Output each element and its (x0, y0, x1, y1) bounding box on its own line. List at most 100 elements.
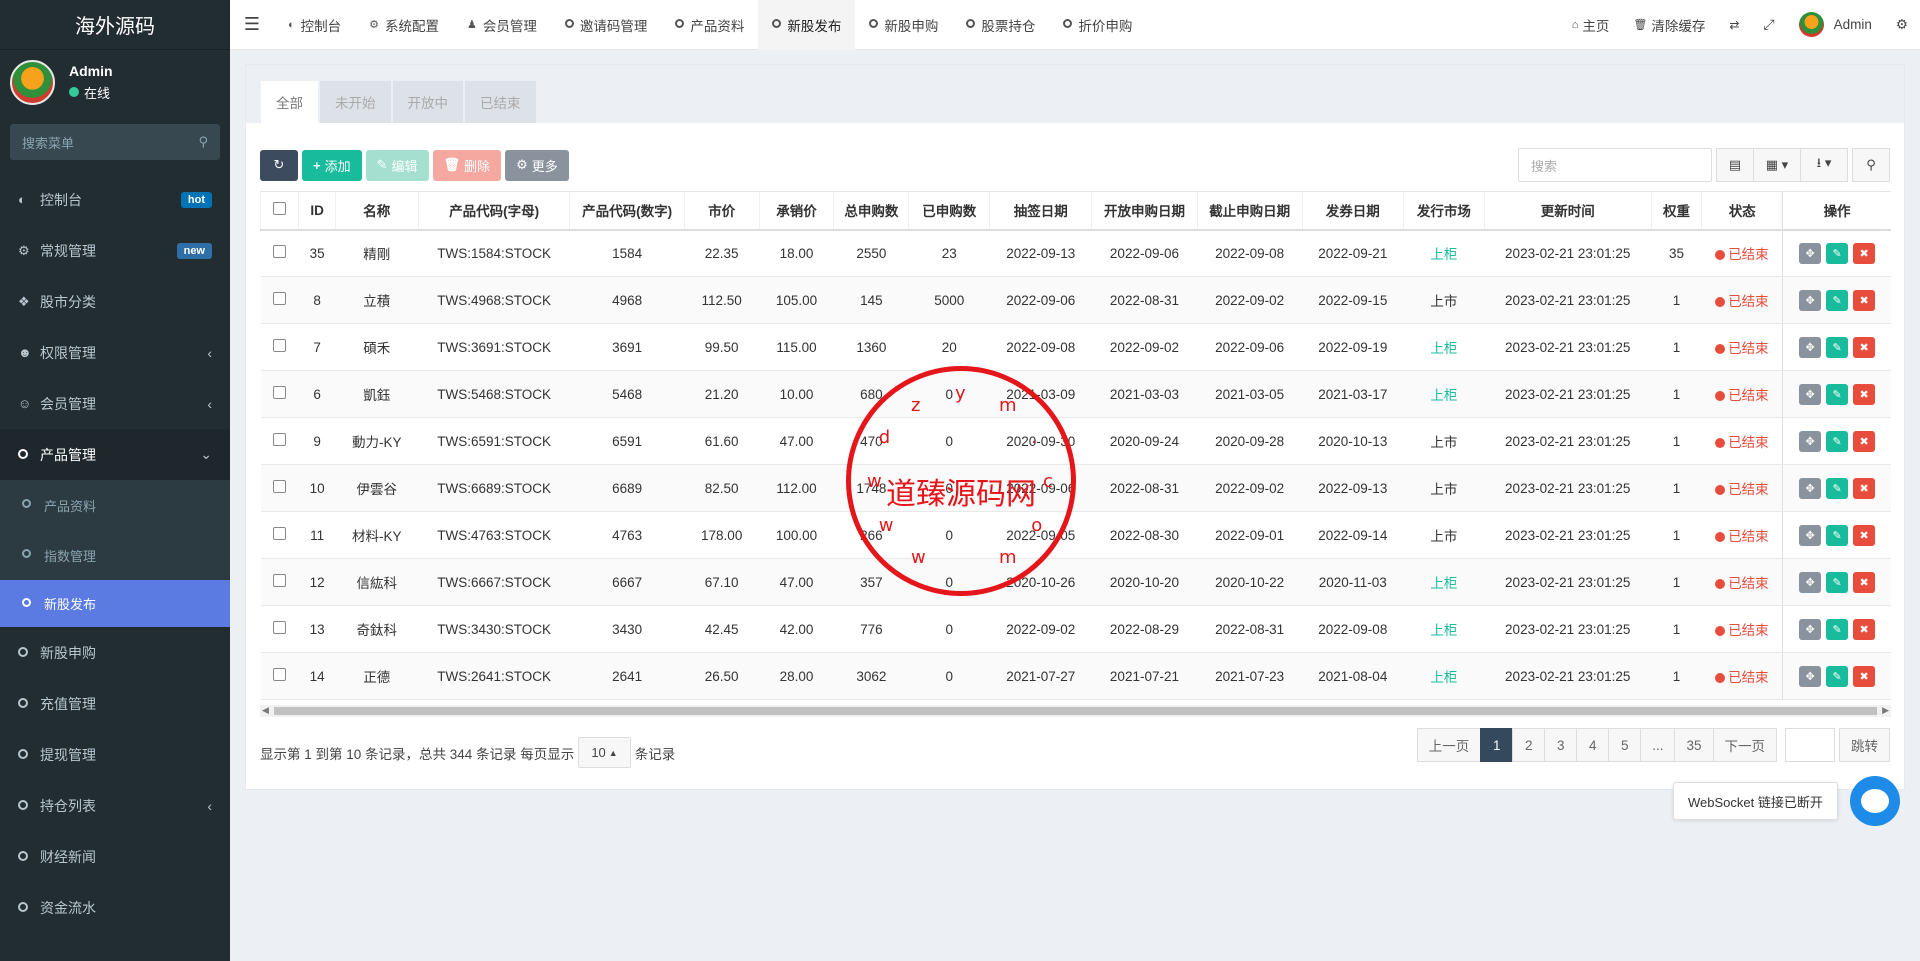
edit-button[interactable]: ✎ 编辑 (365, 149, 429, 181)
row-checkbox[interactable] (260, 370, 299, 418)
horizontal-scrollbar[interactable]: ◀ ▶ (260, 705, 1891, 717)
drag-move-icon[interactable]: ✥ (1799, 618, 1822, 640)
column-header[interactable]: 抽签日期 (989, 191, 1092, 231)
sidebar-item-withdraw[interactable]: 提现管理 (0, 729, 230, 780)
row-checkbox[interactable] (260, 464, 299, 512)
select-all-checkbox[interactable] (259, 191, 299, 231)
sidebar-item-market-category[interactable]: ❖ 股市分类 (0, 276, 230, 327)
column-header[interactable]: 产品代码(字母) (417, 191, 570, 231)
delete-row-icon[interactable]: ✖ (1853, 618, 1876, 640)
columns-dropdown[interactable]: ▦ ▾ (1753, 148, 1801, 182)
search-toggle-button[interactable]: ⚲ (1852, 148, 1890, 182)
edit-row-icon[interactable]: ✎ (1826, 477, 1849, 499)
drag-move-icon[interactable]: ✥ (1799, 477, 1822, 499)
tab-invite-codes[interactable]: 邀请码管理 (551, 0, 662, 50)
sidebar-item-product-info[interactable]: 产品资料 (0, 480, 230, 530)
table-row[interactable]: 11 材料-KY TWS:4763:STOCK 4763 178.00 100.00 266… (260, 511, 1891, 559)
edit-row-icon[interactable]: ✎ (1826, 430, 1849, 452)
sidebar-item-ipo-publish[interactable]: 新股发布 (0, 580, 230, 627)
scroll-right-icon[interactable]: ▶ (1882, 705, 1889, 716)
scrollbar-thumb[interactable] (274, 707, 1877, 715)
column-header[interactable]: 承销价 (758, 191, 834, 231)
drag-move-icon[interactable]: ✥ (1799, 665, 1822, 687)
next-page-button[interactable]: 下一页 (1712, 728, 1777, 762)
column-header[interactable]: 总申购数 (833, 191, 909, 231)
table-row[interactable]: 12 信紘科 TWS:6667:STOCK 6667 67.10 47.00 357 0 202… (260, 558, 1891, 606)
delete-row-icon[interactable]: ✖ (1853, 383, 1876, 405)
sidebar-item-ipo-subscribe[interactable]: 新股申购 (0, 627, 230, 678)
delete-row-icon[interactable]: ✖ (1853, 571, 1876, 593)
page-button[interactable]: 2 (1512, 728, 1546, 762)
table-row[interactable]: 7 碩禾 TWS:3691:STOCK 3691 99.50 115.00 1360 20 20… (260, 323, 1891, 371)
edit-row-icon[interactable]: ✎ (1826, 289, 1849, 311)
jump-page-input[interactable] (1785, 728, 1835, 762)
column-header[interactable]: 更新时间 (1483, 191, 1652, 231)
edit-row-icon[interactable]: ✎ (1826, 665, 1849, 687)
tab-members[interactable]: ♟ 会员管理 (453, 0, 551, 50)
page-button[interactable]: 35 (1674, 728, 1714, 762)
row-checkbox[interactable] (260, 511, 299, 559)
delete-row-icon[interactable]: ✖ (1853, 336, 1876, 358)
tab-system-config[interactable]: ⚙ 系统配置 (355, 0, 453, 50)
sidebar-item-dashboard[interactable]: ◐ 控制台 hot (0, 174, 230, 225)
sidebar-item-recharge[interactable]: 充值管理 (0, 678, 230, 729)
column-header[interactable]: ID (298, 191, 336, 231)
prev-page-button[interactable]: 上一页 (1416, 728, 1482, 762)
home-link[interactable]: ⌂ 主页 (1560, 15, 1622, 35)
filter-tab-ended[interactable]: 已结束 (465, 81, 536, 123)
table-row[interactable]: 13 奇鈦科 TWS:3430:STOCK 3430 42.45 42.00 776 0 202… (260, 605, 1891, 653)
delete-row-icon[interactable]: ✖ (1853, 524, 1876, 546)
delete-row-icon[interactable]: ✖ (1853, 242, 1876, 264)
edit-row-icon[interactable]: ✎ (1826, 618, 1849, 640)
column-header[interactable]: 产品代码(数字) (569, 191, 685, 231)
table-row[interactable]: 10 伊雲谷 TWS:6689:STOCK 6689 82.50 112.00 1748 0 2… (260, 464, 1891, 512)
drag-move-icon[interactable]: ✥ (1799, 242, 1822, 264)
table-row[interactable]: 8 立積 TWS:4968:STOCK 4968 112.50 105.00 145 5000… (260, 276, 1891, 324)
export-dropdown[interactable]: ⭳ ▾ (1800, 148, 1848, 182)
more-button[interactable]: ⚙ 更多 (505, 149, 569, 181)
filter-tab-all[interactable]: 全部 (261, 81, 318, 123)
row-checkbox[interactable] (260, 323, 299, 371)
column-header[interactable]: 发行市场 (1402, 191, 1485, 231)
toggle-view-button[interactable]: ▤ (1716, 148, 1754, 182)
settings-icon[interactable]: ⚙ (1884, 17, 1920, 33)
delete-row-icon[interactable]: ✖ (1853, 665, 1876, 687)
edit-row-icon[interactable]: ✎ (1826, 571, 1849, 593)
fullscreen-icon[interactable]: ⤢ (1751, 16, 1786, 33)
hamburger-menu-icon[interactable]: ☰ (230, 14, 274, 35)
tab-dashboard[interactable]: ◐ 控制台 (274, 0, 355, 50)
row-checkbox[interactable] (260, 652, 299, 700)
drag-move-icon[interactable]: ✥ (1799, 430, 1822, 452)
row-checkbox[interactable] (260, 417, 299, 465)
tab-ipo-publish[interactable]: 新股发布 (758, 0, 856, 50)
sidebar-item-news[interactable]: 财经新闻 (0, 831, 230, 882)
sidebar-item-members[interactable]: ☺ 会员管理 ‹ (0, 378, 230, 429)
delete-row-icon[interactable]: ✖ (1853, 289, 1876, 311)
delete-button[interactable]: 🗑 删除 (432, 149, 502, 181)
table-search-input[interactable]: 搜索 (1518, 148, 1712, 182)
column-header[interactable]: 发券日期 (1301, 191, 1404, 231)
drag-move-icon[interactable]: ✥ (1799, 524, 1822, 546)
app-logo[interactable]: 海外源码 (0, 0, 230, 50)
page-button[interactable]: 5 (1608, 728, 1642, 762)
table-row[interactable]: 35 精剛 TWS:1584:STOCK 1584 22.35 18.00 2550 23 20… (260, 229, 1891, 277)
edit-row-icon[interactable]: ✎ (1826, 383, 1849, 405)
menu-search-input[interactable]: 搜索菜单 ⚲ (10, 124, 220, 160)
tab-stock-positions[interactable]: 股票持仓 (952, 0, 1049, 50)
delete-row-icon[interactable]: ✖ (1853, 477, 1876, 499)
drag-move-icon[interactable]: ✥ (1799, 336, 1822, 358)
sidebar-item-index[interactable]: 指数管理 (0, 530, 230, 580)
sidebar-item-general[interactable]: ⚙ 常规管理 new (0, 225, 230, 276)
sidebar-item-permissions[interactable]: ☻ 权限管理 ‹ (0, 327, 230, 378)
column-header[interactable]: 市价 (683, 191, 760, 231)
filter-tab-open[interactable]: 开放中 (392, 81, 463, 123)
column-header[interactable]: 权重 (1650, 191, 1702, 231)
sidebar-item-fund-flow[interactable]: 资金流水 (0, 882, 230, 933)
sidebar-item-positions[interactable]: 持仓列表 ‹ (0, 780, 230, 831)
column-header[interactable]: 名称 (334, 191, 419, 231)
table-row[interactable]: 6 凱鈺 TWS:5468:STOCK 5468 21.20 10.00 680 0 2021-… (260, 370, 1891, 418)
column-header[interactable]: 截止申购日期 (1196, 191, 1303, 231)
column-header[interactable]: 状态 (1701, 191, 1783, 231)
page-button[interactable]: 1 (1480, 728, 1514, 762)
filter-tab-not-started[interactable]: 未开始 (320, 81, 391, 123)
